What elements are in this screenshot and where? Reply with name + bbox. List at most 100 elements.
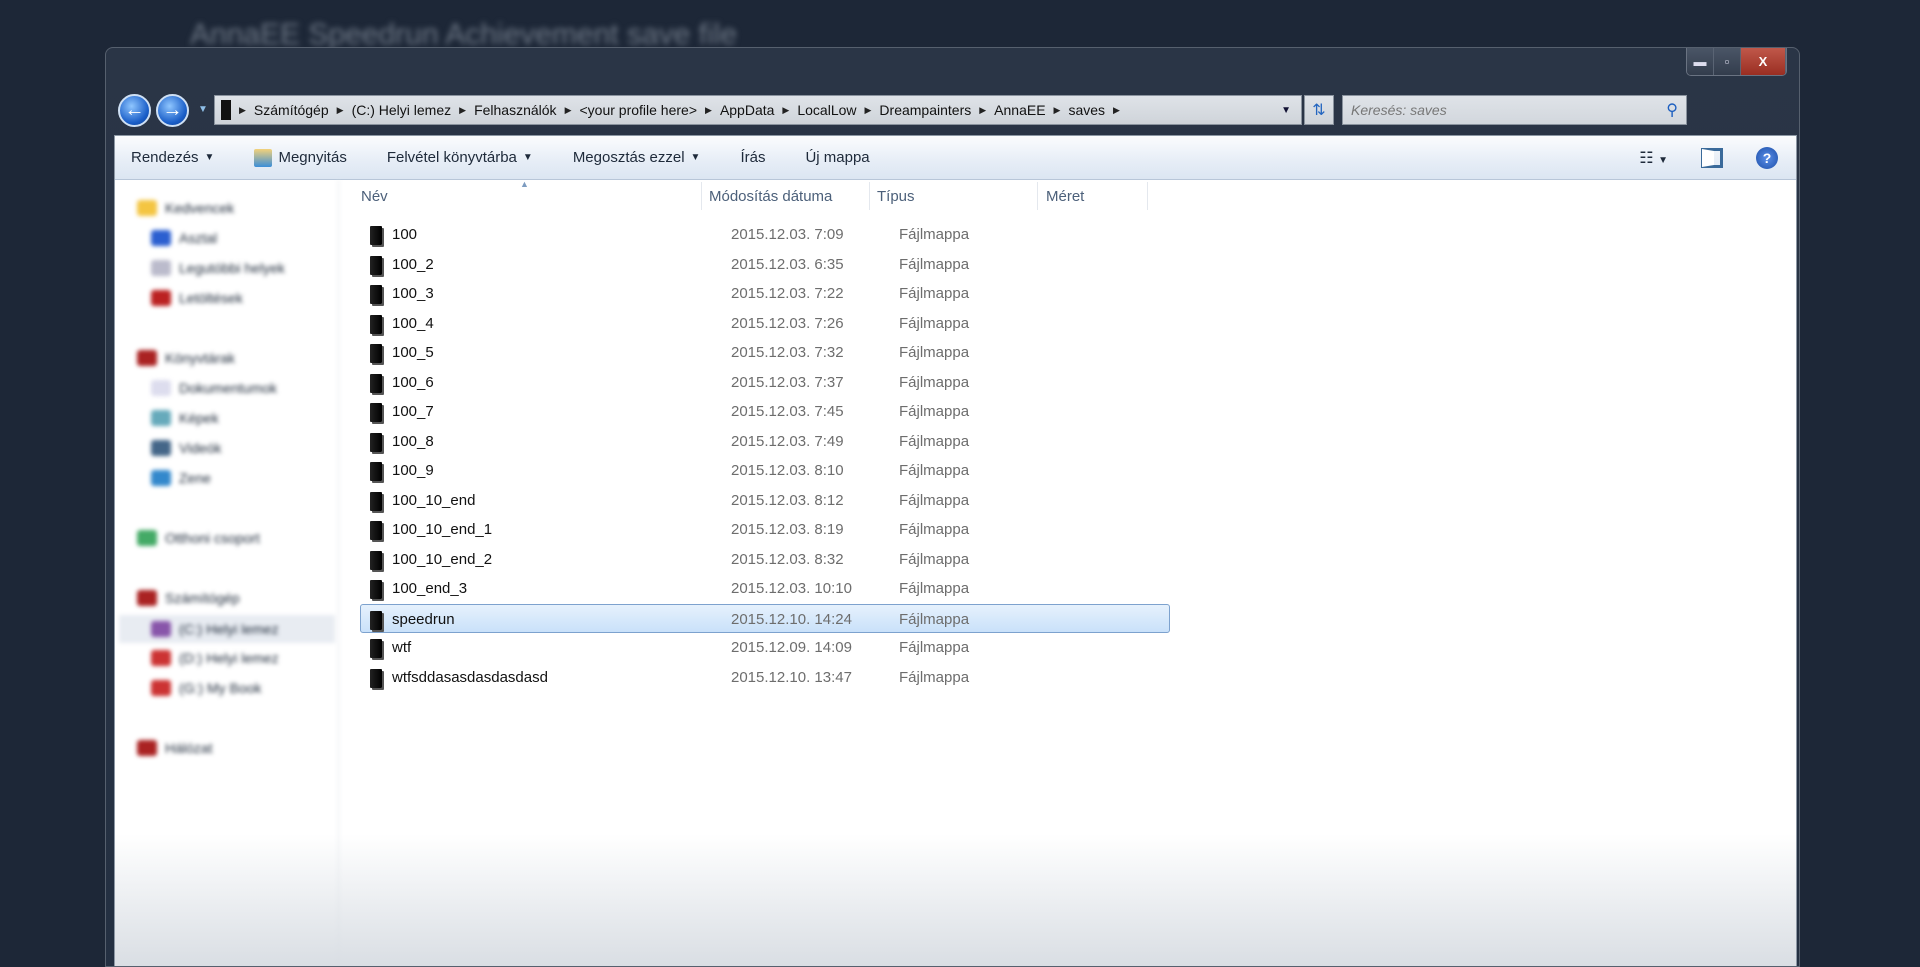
breadcrumb-separator-icon[interactable]: ▶ [1054,105,1061,116]
sidebar-item-label: Kedvencek [165,200,235,216]
sidebar-item[interactable]: Asztal [151,230,217,246]
file-row[interactable]: 100_5 2015.12.03. 7:32 Fájlmappa [361,338,1171,367]
breadcrumb-item[interactable]: Számítógép [254,102,329,118]
column-header-size[interactable]: Méret [1046,188,1084,205]
file-row[interactable]: wtfsddasasdasdasdasd 2015.12.10. 13:47 Fáj… [361,663,1171,692]
file-date: 2015.12.03. 8:12 [731,491,844,509]
breadcrumb-item[interactable]: (C:) Helyi lemez [352,102,452,118]
breadcrumb-item[interactable]: saves [1068,102,1105,118]
file-type: Fájlmappa [899,580,970,597]
chevron-down-icon: ▼ [690,152,701,163]
include-library-button[interactable]: Felvétel könyvtárba ▼ [387,149,533,166]
file-row[interactable]: 100_10_end_2 2015.12.03. 8:32 Fájlmappa [361,545,1171,574]
breadcrumb-item[interactable]: Felhasználók [474,102,557,118]
file-date: 2015.12.03. 8:19 [731,521,844,538]
column-header-modified[interactable]: Módosítás dátuma [709,188,832,205]
sidebar-item[interactable]: Könyvtárak [137,350,235,366]
sidebar-item-icon [137,590,157,606]
back-button[interactable]: ← [118,94,151,127]
recent-pages-dropdown-icon[interactable]: ▼ [198,104,208,115]
sidebar-item-icon [137,200,157,216]
sidebar-item[interactable]: Képek [151,410,219,426]
sidebar-item[interactable]: Hálózat [137,740,212,756]
breadcrumb-separator-icon[interactable]: ▶ [705,105,712,116]
preview-pane-icon[interactable] [1701,147,1723,168]
breadcrumb-item[interactable]: <your profile here> [579,102,697,118]
breadcrumb-separator-icon[interactable]: ▶ [865,105,872,116]
view-options-icon[interactable]: ☷ ▼ [1639,148,1668,168]
file-row[interactable]: 100_6 2015.12.03. 7:37 Fájlmappa [361,368,1171,397]
file-name: 100_4 [392,314,434,332]
breadcrumb-item[interactable]: AppData [720,102,774,118]
sidebar-item[interactable]: Videók [151,440,222,456]
search-icon[interactable]: ⚲ [1666,100,1678,120]
address-bar[interactable]: ▶ Számítógép ▶ (C:) Helyi lemez ▶ Felhasználó… [214,95,1302,125]
burn-button[interactable]: Írás [740,149,765,166]
new-folder-button[interactable]: Új mappa [805,149,869,166]
breadcrumb-item[interactable]: LocalLow [797,102,856,118]
sidebar-item[interactable]: Letöltések [151,290,243,306]
sidebar-item-label: Dokumentumok [179,380,278,396]
breadcrumb-separator-icon[interactable]: ▶ [1113,105,1120,116]
file-row[interactable]: 100_9 2015.12.03. 8:10 Fájlmappa [361,456,1171,485]
breadcrumb-separator-icon[interactable]: ▶ [459,105,466,116]
sidebar-item-label: Legutóbbi helyek [179,260,285,276]
organize-button[interactable]: Rendezés ▼ [131,149,214,166]
open-button[interactable]: Megnyitás [254,148,347,167]
file-date: 2015.12.03. 7:49 [731,432,844,450]
breadcrumb-separator-icon[interactable]: ▶ [565,105,572,116]
breadcrumb-separator-icon[interactable]: ▶ [782,105,789,116]
maximize-button[interactable]: ▫ [1714,48,1741,75]
new-folder-label: Új mappa [805,149,870,166]
sidebar-item[interactable]: Számítógép [137,590,240,606]
breadcrumb-separator-icon[interactable]: ▶ [239,105,246,116]
sidebar-item-label: Asztal [179,230,218,246]
file-row[interactable]: 100_3 2015.12.03. 7:22 Fájlmappa [361,279,1171,308]
file-row[interactable]: 100_2 2015.12.03. 6:35 Fájlmappa [361,250,1171,279]
breadcrumb-item[interactable]: Dreampainters [879,102,971,118]
file-row[interactable]: 100_4 2015.12.03. 7:26 Fájlmappa [361,309,1171,338]
sidebar-item[interactable]: Otthoni csoport [137,530,260,546]
column-header-type[interactable]: Típus [877,188,915,205]
breadcrumb-separator-icon[interactable]: ▶ [979,105,986,116]
address-history-dropdown-icon[interactable]: ▼ [1281,105,1291,116]
sidebar-item[interactable]: Zene [151,470,211,486]
sidebar-item-label: Számítógép [165,590,240,606]
file-row[interactable]: wtf 2015.12.09. 14:09 Fájlmappa [361,633,1171,662]
file-row[interactable]: 100_10_end_1 2015.12.03. 8:19 Fájlmappa [361,515,1171,544]
file-date: 2015.12.03. 10:10 [731,580,852,597]
sidebar-item[interactable]: Kedvencek [137,200,234,216]
folder-icon [370,226,382,245]
search-input[interactable]: Keresés: saves ⚲ [1342,95,1687,125]
breadcrumb-item[interactable]: AnnaEE [994,102,1045,118]
minimize-button[interactable]: ▬ [1687,48,1714,75]
refresh-button[interactable]: ⇅ [1304,95,1334,125]
file-row[interactable]: 100_end_3 2015.12.03. 10:10 Fájlmappa [361,574,1171,603]
sidebar-item[interactable]: Dokumentumok [151,380,277,396]
share-with-button[interactable]: Megosztás ezzel ▼ [573,149,701,166]
column-header-name[interactable]: Név [361,188,388,205]
file-date: 2015.12.03. 7:45 [731,403,844,420]
file-type: Fájlmappa [899,285,970,302]
sidebar-item[interactable]: Legutóbbi helyek [151,260,285,276]
sidebar-item[interactable]: (G:) My Book [151,680,261,696]
folder-icon [370,668,382,688]
sidebar-item[interactable]: (C:) Helyi lemez [119,615,335,643]
file-row[interactable]: 100_8 2015.12.03. 7:49 Fájlmappa [361,427,1171,456]
file-row[interactable]: 100_7 2015.12.03. 7:45 Fájlmappa [361,397,1171,426]
sidebar-item[interactable]: (D:) Helyi lemez [151,650,279,666]
close-button[interactable]: X [1741,48,1786,75]
forward-button[interactable]: → [156,94,189,127]
sidebar-item-icon [151,650,171,666]
open-label: Megnyitás [278,149,347,166]
window-controls: ▬ ▫ X [1686,48,1787,76]
file-row[interactable]: speedrun 2015.12.10. 14:24 Fájlmappa [360,603,1170,633]
help-icon[interactable]: ? [1756,146,1778,169]
file-row[interactable]: 100_10_end 2015.12.03. 8:12 Fájlmappa [361,486,1171,515]
computer-icon [221,100,231,120]
file-name: 100_9 [392,462,434,479]
breadcrumb-separator-icon[interactable]: ▶ [337,105,344,116]
content-area: Rendezés ▼ Megnyitás Felvétel könyvtárba ▼… [114,135,1797,966]
file-row[interactable]: 100 2015.12.03. 7:09 Fájlmappa [361,220,1171,249]
file-date: 2015.12.03. 6:35 [731,255,844,273]
